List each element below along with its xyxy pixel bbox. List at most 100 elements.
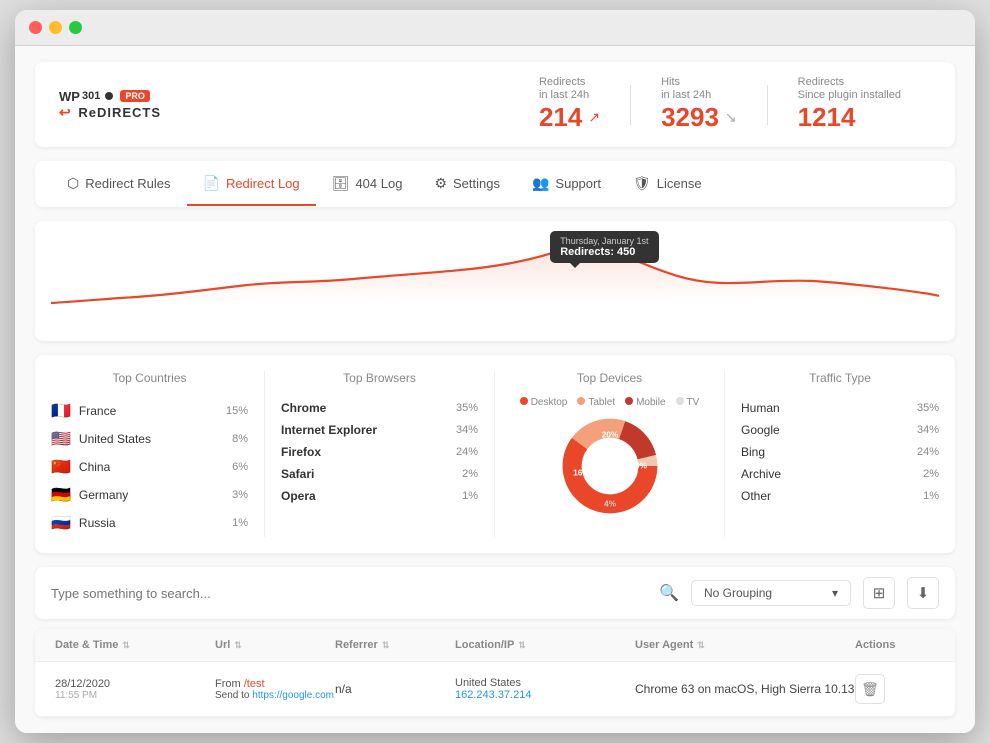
flag-france: 🇫🇷 xyxy=(51,401,71,421)
row-sendto-link[interactable]: https://google.com xyxy=(252,690,334,701)
tab-redirect-rules[interactable]: ⬡ Redirect Rules xyxy=(51,163,187,206)
stat-hits-arrow: ↘ xyxy=(725,109,737,126)
devices-section: Top Devices Desktop Tablet Mobile TV xyxy=(495,371,725,537)
browsers-title: Top Browsers xyxy=(281,371,478,385)
settings-icon: ⚙ xyxy=(434,175,447,192)
404-log-icon: 🗄 xyxy=(332,175,350,192)
traffic-human-pct: 35% xyxy=(917,402,939,414)
table-header: Date & Time ⇅ Url ⇅ Referrer ⇅ Location/… xyxy=(35,629,955,662)
stat-hits-value: 3293 xyxy=(661,102,719,133)
traffic-row-4: Other 1% xyxy=(741,485,939,507)
maximize-button[interactable] xyxy=(69,21,82,34)
traffic-google: Google xyxy=(741,423,780,437)
legend-tv: TV xyxy=(676,397,700,408)
chart-tooltip: Thursday, January 1st Redirects: 450 xyxy=(550,231,658,263)
tab-license-label: License xyxy=(657,176,702,191)
browser-row-3: Safari 2% xyxy=(281,463,478,485)
browser-row-2: Firefox 24% xyxy=(281,441,478,463)
download-icon: ⬇ xyxy=(917,584,930,602)
browser-row-1: Internet Explorer 34% xyxy=(281,419,478,441)
tooltip-value: Redirects: 450 xyxy=(560,246,648,258)
sort-icon-useragent: ⇅ xyxy=(697,640,705,651)
country-russia: Russia xyxy=(79,516,116,530)
chevron-down-icon: ▾ xyxy=(832,586,838,600)
flag-russia: 🇷🇺 xyxy=(51,513,71,533)
traffic-title: Traffic Type xyxy=(741,371,939,385)
row-sendto: Send to https://google.com xyxy=(215,690,335,701)
country-row-1: 🇺🇸 United States 8% xyxy=(51,425,248,453)
traffic-other: Other xyxy=(741,489,771,503)
stat-total-value: 1214 xyxy=(798,102,856,133)
redirect-rules-icon: ⬡ xyxy=(67,175,79,192)
tab-404-log[interactable]: 🗄 404 Log xyxy=(316,163,419,206)
stat-divider-2 xyxy=(767,85,768,125)
traffic-human: Human xyxy=(741,401,780,415)
donut-chart: 20% 16% 60% 4% xyxy=(560,416,660,516)
country-row-3: 🇩🇪 Germany 3% xyxy=(51,481,248,509)
country-china: China xyxy=(79,460,110,474)
donut-legend: Desktop Tablet Mobile TV xyxy=(520,397,700,408)
th-location: Location/IP ⇅ xyxy=(455,639,635,651)
browser-firefox-pct: 24% xyxy=(456,446,478,458)
traffic-row-1: Google 34% xyxy=(741,419,939,441)
analytics-grid: Top Countries 🇫🇷 France 15% 🇺🇸 United St… xyxy=(35,355,955,553)
row-useragent-value: Chrome 63 on macOS, High Sierra 10.13 xyxy=(635,682,854,696)
flag-us: 🇺🇸 xyxy=(51,429,71,449)
logo-brand-text: ↩ ReDIRECTS xyxy=(59,104,161,121)
countries-section: Top Countries 🇫🇷 France 15% 🇺🇸 United St… xyxy=(35,371,265,537)
devices-title: Top Devices xyxy=(511,371,708,385)
tab-support[interactable]: 👥 Support xyxy=(516,163,617,206)
chart-view-button[interactable]: ⊞ xyxy=(863,577,895,609)
minimize-button[interactable] xyxy=(49,21,62,34)
countries-title: Top Countries xyxy=(51,371,248,385)
titlebar xyxy=(15,10,975,46)
td-actions: 🗑 xyxy=(855,674,935,704)
grouping-select[interactable]: No Grouping ▾ xyxy=(691,580,851,606)
tab-settings-label: Settings xyxy=(453,176,500,191)
country-germany: Germany xyxy=(79,488,128,502)
country-russia-pct: 1% xyxy=(232,517,248,529)
browser-chrome: Chrome xyxy=(281,401,326,415)
traffic-bing: Bing xyxy=(741,445,765,459)
country-row-4: 🇷🇺 Russia 1% xyxy=(51,509,248,537)
search-input[interactable] xyxy=(51,586,651,601)
logo-arrow-icon: ↩ xyxy=(59,104,72,120)
stat-redirects-arrow: ↗ xyxy=(588,109,600,126)
tab-redirect-log-label: Redirect Log xyxy=(226,176,300,191)
traffic-row-2: Bing 24% xyxy=(741,441,939,463)
th-datetime: Date & Time ⇅ xyxy=(55,639,215,651)
traffic-section: Traffic Type Human 35% Google 34% Bing 2… xyxy=(725,371,955,537)
stat-redirects-label: Redirects in last 24h xyxy=(539,76,600,102)
country-row-2: 🇨🇳 China 6% xyxy=(51,453,248,481)
browser-safari-pct: 2% xyxy=(462,468,478,480)
traffic-archive: Archive xyxy=(741,467,781,481)
browser-opera-pct: 1% xyxy=(462,490,478,502)
close-button[interactable] xyxy=(29,21,42,34)
logo-wp-text: WP xyxy=(59,89,80,104)
tab-settings[interactable]: ⚙ Settings xyxy=(418,163,516,206)
tab-redirect-log[interactable]: 📄 Redirect Log xyxy=(187,163,316,206)
tab-404-log-label: 404 Log xyxy=(355,176,402,191)
legend-tablet: Tablet xyxy=(577,397,615,408)
tab-license[interactable]: 🛡 License xyxy=(617,163,718,206)
row-from-link[interactable]: /test xyxy=(244,678,265,690)
header: WP 301 PRO ↩ ReDIRECTS Redirects in last… xyxy=(35,62,955,147)
support-icon: 👥 xyxy=(532,175,549,192)
country-us: United States xyxy=(79,432,151,446)
browser-opera: Opera xyxy=(281,489,316,503)
delete-button[interactable]: 🗑 xyxy=(855,674,885,704)
stat-redirects-value-row: 214 ↗ xyxy=(539,102,600,133)
stat-hits-value-row: 3293 ↘ xyxy=(661,102,737,133)
chart-icon: ⊞ xyxy=(873,584,886,602)
filter-bar: 🔍 No Grouping ▾ ⊞ ⬇ xyxy=(35,567,955,619)
legend-desktop: Desktop xyxy=(520,397,568,408)
table-row: 28/12/2020 11:55 PM From /test Send to h… xyxy=(35,662,955,717)
row-ip: 162.243.37.214 xyxy=(455,689,635,701)
traffic-row-3: Archive 2% xyxy=(741,463,939,485)
tab-redirect-rules-label: Redirect Rules xyxy=(85,176,170,191)
download-button[interactable]: ⬇ xyxy=(907,577,939,609)
td-datetime: 28/12/2020 11:55 PM xyxy=(55,678,215,701)
flag-germany: 🇩🇪 xyxy=(51,485,71,505)
td-url: From /test Send to https://google.com xyxy=(215,678,335,701)
logo-301-text: 301 xyxy=(82,90,100,102)
